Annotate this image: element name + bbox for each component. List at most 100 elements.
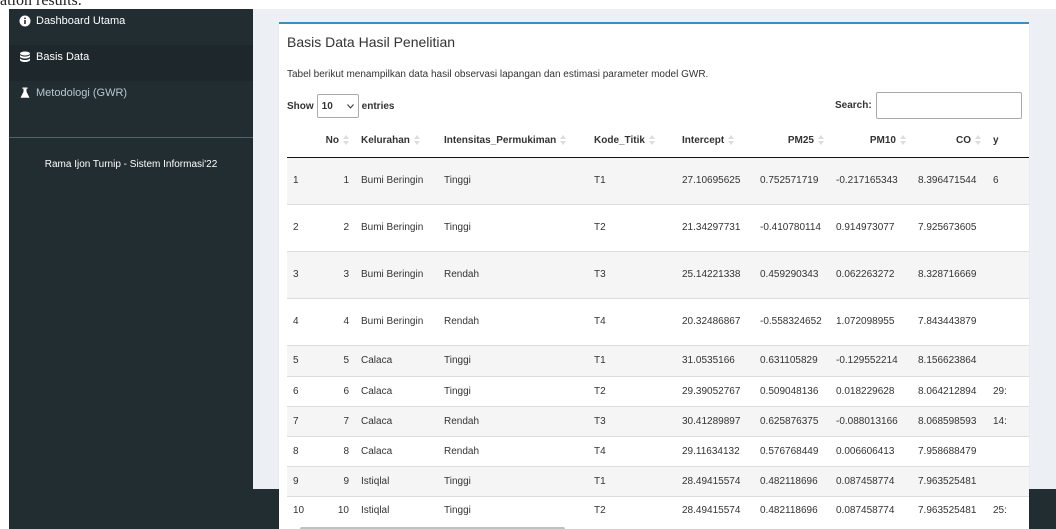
cell-co: 7.925673605 (912, 203, 987, 251)
caption-fragment: ation results. (0, 0, 82, 9)
column-header-pm10[interactable]: PM10 (830, 124, 912, 158)
column-header-index (287, 124, 317, 158)
sidebar-item-dashboard[interactable]: Dashboard Utama (9, 9, 253, 45)
cell-pm25: 0.625876375 (754, 405, 830, 436)
cell-kelurahan: Istiqlal (355, 465, 438, 496)
database-icon (19, 51, 31, 63)
search-label: Search: (835, 100, 872, 111)
cell-kelurahan: Calaca (355, 405, 438, 436)
entries-select[interactable]: 10 (316, 94, 359, 118)
cell-pm10: 0.087458774 (830, 495, 912, 524)
cell-pm25: 0.752571719 (754, 156, 830, 204)
data-table: No Kelurahan Intensitas_Permukiman Kode_… (287, 124, 1029, 524)
sort-icon (343, 135, 349, 146)
cell-y: 14: (987, 405, 1029, 436)
cell-no: 7 (317, 405, 355, 436)
cell-intensitas: Tinggi (438, 156, 588, 204)
cell-co: 8.156623864 (912, 344, 987, 376)
cell-kelurahan: Calaca (355, 344, 438, 376)
sidebar-footer: Rama Ijon Turnip - Sistem Informasi'22 (44, 159, 218, 170)
cell-kelurahan: Bumi Beringin (355, 297, 438, 345)
cell-kode-titik: T2 (588, 375, 676, 406)
table-row: 4 4 Bumi Beringin Rendah T4 20.32486867 … (287, 297, 1029, 345)
cell-index: 10 (287, 495, 317, 524)
cell-y: 29: (987, 375, 1029, 406)
sidebar: Dashboard Utama Basis Data Metodologi (G… (9, 9, 253, 529)
cell-index: 5 (287, 344, 317, 376)
cell-y: 6 (987, 156, 1029, 204)
table-row: 5 5 Calaca Tinggi T1 31.0535166 0.631105… (287, 344, 1029, 376)
data-box: Basis Data Hasil Penelitian Tabel beriku… (279, 22, 1029, 529)
sort-icon (818, 135, 824, 146)
column-header-y[interactable]: y (987, 124, 1029, 158)
cell-no: 10 (317, 495, 355, 524)
sort-icon (648, 135, 655, 146)
cell-y (987, 435, 1029, 466)
column-header-kode-titik[interactable]: Kode_Titik (588, 124, 676, 158)
cell-intensitas: Rendah (438, 297, 588, 345)
length-control: Show 10 entries (287, 94, 394, 118)
sidebar-item-metodologi[interactable]: Metodologi (GWR) (9, 81, 253, 117)
cell-intercept: 21.34297731 (676, 203, 754, 251)
cell-kelurahan: Bumi Beringin (355, 156, 438, 204)
cell-intensitas: Tinggi (438, 203, 588, 251)
column-header-no[interactable]: No (317, 124, 355, 158)
cell-pm25: 0.459290343 (754, 250, 830, 298)
entries-value: 10 (321, 100, 333, 112)
cell-kelurahan: Istiqlal (355, 495, 438, 524)
sort-icon (728, 135, 735, 146)
column-header-intensitas[interactable]: Intensitas_Permukiman (438, 124, 588, 158)
search-input[interactable] (875, 92, 1022, 119)
cell-kelurahan: Bumi Beringin (355, 203, 438, 251)
sidebar-item-basis-data[interactable]: Basis Data (9, 45, 253, 81)
cell-y (987, 203, 1029, 251)
table-row: 10 10 Istiqlal Tinggi T2 28.49415574 0.4… (287, 495, 1029, 524)
info-circle-icon (19, 15, 31, 27)
table-row: 6 6 Calaca Tinggi T2 29.39052767 0.50904… (287, 375, 1029, 406)
cell-intercept: 31.0535166 (676, 344, 754, 376)
cell-intercept: 28.49415574 (676, 495, 754, 524)
cell-intercept: 29.39052767 (676, 375, 754, 406)
sidebar-item-label: Dashboard Utama (36, 15, 126, 27)
sort-icon (413, 135, 420, 146)
table-row: 8 8 Calaca Rendah T4 29.11634132 0.57676… (287, 435, 1029, 466)
column-header-pm25[interactable]: PM25 (754, 124, 830, 158)
sidebar-item-label: Metodologi (GWR) (36, 87, 128, 99)
cell-kelurahan: Bumi Beringin (355, 250, 438, 298)
column-header-intercept[interactable]: Intercept (676, 124, 754, 158)
cell-index: 8 (287, 435, 317, 466)
column-header-kelurahan[interactable]: Kelurahan (355, 124, 438, 158)
cell-kode-titik: T3 (588, 405, 676, 436)
cell-intensitas: Tinggi (438, 344, 588, 376)
cell-kode-titik: T2 (588, 203, 676, 251)
cell-pm10: 0.914973077 (830, 203, 912, 251)
cell-kelurahan: Calaca (355, 375, 438, 406)
cell-no: 8 (317, 435, 355, 466)
cell-index: 4 (287, 297, 317, 345)
cell-pm10: 0.018229628 (830, 375, 912, 406)
cell-intensitas: Tinggi (438, 465, 588, 496)
cell-intercept: 28.49415574 (676, 465, 754, 496)
cell-co: 7.963525481 (912, 465, 987, 496)
cell-intensitas: Rendah (438, 435, 588, 466)
chevron-down-icon (346, 101, 354, 112)
cell-pm25: 0.631105829 (754, 344, 830, 376)
cell-pm25: 0.482118696 (754, 495, 830, 524)
cell-pm25: 0.576768449 (754, 435, 830, 466)
app-window: ation results. Dashboard Utama Basis Dat… (0, 0, 1056, 529)
search-control: Search: (835, 92, 1022, 119)
sort-icon (560, 135, 567, 146)
cell-kode-titik: T4 (588, 297, 676, 345)
cell-pm25: -0.410780114 (754, 203, 830, 251)
cell-no: 6 (317, 375, 355, 406)
cell-pm10: 1.072098955 (830, 297, 912, 345)
cell-pm25: 0.509048136 (754, 375, 830, 406)
table-row: 1 1 Bumi Beringin Tinggi T1 27.10695625 … (287, 156, 1029, 204)
column-header-co[interactable]: CO (912, 124, 987, 158)
cell-intensitas: Rendah (438, 250, 588, 298)
cell-y (987, 465, 1029, 496)
cell-no: 3 (317, 250, 355, 298)
cell-intercept: 25.14221338 (676, 250, 754, 298)
cell-pm10: -0.217165343 (830, 156, 912, 204)
cell-kode-titik: T4 (588, 435, 676, 466)
